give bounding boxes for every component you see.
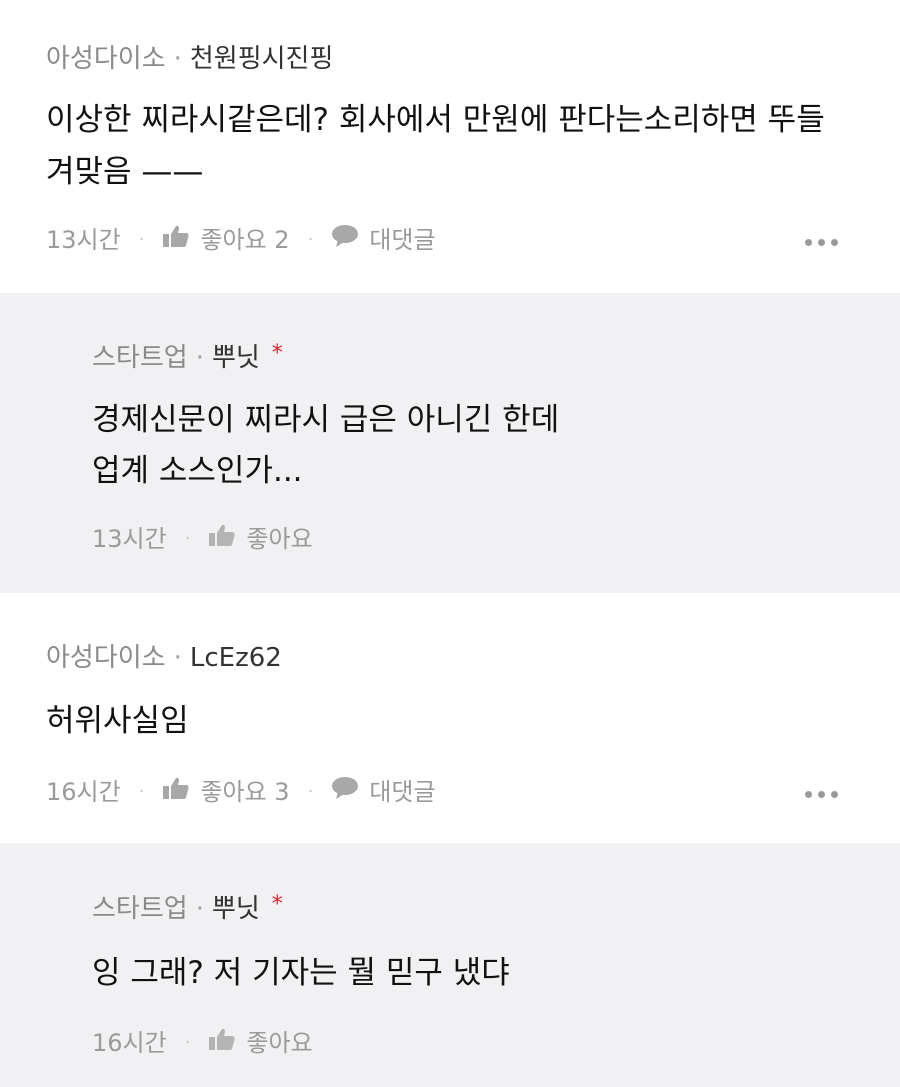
comment-text-line: 경제신문이 찌라시 급은 아니긴 한데 (92, 402, 560, 438)
comment-meta: 스타트업 · 뿌닛 * (92, 892, 283, 928)
separator-dot: · (138, 781, 145, 802)
separator-dot: · (195, 894, 204, 924)
reply-button[interactable]: 대댓글 (331, 776, 436, 808)
separator-dot: · (173, 643, 182, 673)
separator-dot: · (184, 528, 191, 549)
author-star-badge: * (271, 892, 283, 917)
comment-text-line: 잉 그래? 저 기자는 뭘 믿구 냈댜 (92, 955, 510, 991)
comment-actions: 13시간 · 좋아요 2 · 대댓글 (46, 224, 436, 256)
comment-text-line: 허위사실임 (46, 703, 189, 739)
comment-meta: 아성다이소 · 천원핑시진핑 (46, 42, 333, 76)
like-button[interactable]: 좋아요 (208, 1027, 313, 1059)
comment-time: 13시간 (92, 525, 167, 553)
more-dots-icon[interactable] (805, 785, 838, 804)
author-star-badge: * (271, 341, 283, 366)
like-label: 좋아요 3 (200, 778, 290, 806)
like-label: 좋아요 (246, 525, 313, 553)
comment-text-line: 이상한 찌라시같은데? 회사에서 만원에 판다는소리하면 뚜들 (46, 102, 825, 138)
comment: 아성다이소 · LcEz62 허위사실임 16시간 · 좋아요 3 · 대댓글 (0, 593, 900, 843)
separator-dot: · (184, 1032, 191, 1053)
comment-thread: 아성다이소 · 천원핑시진핑 이상한 찌라시같은데? 회사에서 만원에 판다는소리하… (0, 0, 900, 1087)
comment-meta: 스타트업 · 뿌닛 * (92, 341, 283, 377)
more-dots-icon[interactable] (805, 233, 838, 252)
comment-time: 13시간 (46, 226, 121, 254)
like-button[interactable]: 좋아요 (208, 523, 313, 555)
comment-time: 16시간 (92, 1029, 167, 1057)
reply-button[interactable]: 대댓글 (331, 224, 436, 256)
company-name: 아성다이소 (46, 44, 166, 74)
reply-label: 대댓글 (369, 778, 436, 806)
like-label: 좋아요 (246, 1029, 313, 1057)
speech-bubble-icon (331, 224, 359, 256)
company-name: 스타트업 (92, 894, 188, 924)
speech-bubble-icon (331, 776, 359, 808)
thumbs-up-icon (162, 776, 190, 808)
separator-dot: · (195, 343, 204, 373)
reply-comment: 스타트업 · 뿌닛 * 잉 그래? 저 기자는 뭘 믿구 냈댜 16시간 · 좋아요 (0, 843, 900, 1087)
comment: 아성다이소 · 천원핑시진핑 이상한 찌라시같은데? 회사에서 만원에 판다는소리하… (0, 0, 900, 293)
comment-actions: 16시간 · 좋아요 3 · 대댓글 (46, 776, 436, 808)
like-button[interactable]: 좋아요 3 (162, 776, 290, 808)
thumbs-up-icon (162, 224, 190, 256)
comment-time: 16시간 (46, 778, 121, 806)
author-name[interactable]: 천원핑시진핑 (190, 44, 334, 74)
company-name: 아성다이소 (46, 643, 166, 673)
comment-actions: 16시간 · 좋아요 (92, 1027, 313, 1059)
thumbs-up-icon (208, 523, 236, 555)
separator-dot: · (138, 229, 145, 250)
comment-text-line: 겨맞음 —— (46, 154, 204, 190)
reply-comment: 스타트업 · 뿌닛 * 경제신문이 찌라시 급은 아니긴 한데 업계 소스인가... … (0, 293, 900, 593)
comment-actions: 13시간 · 좋아요 (92, 523, 313, 555)
separator-dot: · (173, 44, 182, 74)
thumbs-up-icon (208, 1027, 236, 1059)
author-name[interactable]: 뿌닛 (212, 894, 260, 924)
separator-dot: · (307, 229, 314, 250)
reply-label: 대댓글 (369, 226, 436, 254)
company-name: 스타트업 (92, 343, 188, 373)
author-name[interactable]: 뿌닛 (212, 343, 260, 373)
comment-meta: 아성다이소 · LcEz62 (46, 641, 282, 675)
comment-text-line: 업계 소스인가... (92, 453, 303, 489)
separator-dot: · (307, 781, 314, 802)
like-label: 좋아요 2 (200, 226, 290, 254)
author-name[interactable]: LcEz62 (190, 643, 282, 673)
like-button[interactable]: 좋아요 2 (162, 224, 290, 256)
